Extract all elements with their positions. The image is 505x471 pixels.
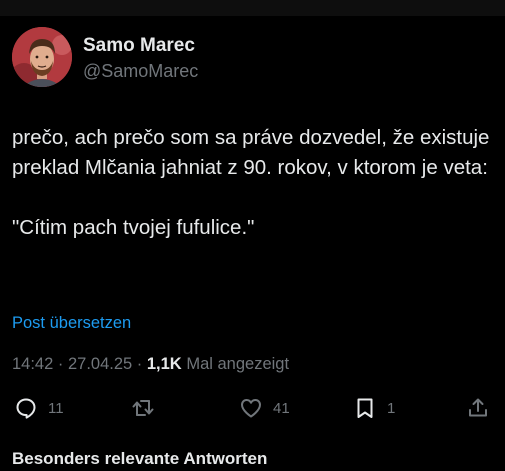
reply-count: 11 [48, 399, 64, 417]
author-handle[interactable]: @SamoMarec [83, 59, 198, 83]
tweet-text: prečo, ach prečo som sa práve dozvedel, … [12, 123, 494, 243]
translate-post-link[interactable]: Post übersetzen [12, 312, 131, 334]
tweet-time[interactable]: 14:42 [12, 355, 53, 373]
action-bar: 11 41 1 [0, 393, 505, 423]
share-button[interactable] [466, 393, 490, 423]
tweet-paragraph-2: "Cítim pach tvojej fufulice." [12, 216, 255, 239]
like-count: 41 [273, 399, 290, 417]
tweet-paragraph-1: prečo, ach prečo som sa práve dozvedel, … [12, 126, 490, 179]
heart-icon [241, 399, 261, 418]
meta-separator: · [132, 355, 147, 373]
tweet-date[interactable]: 27.04.25 [68, 355, 132, 373]
tweet-meta: 14:42 · 27.04.25 · 1,1K Mal angezeigt [12, 352, 289, 376]
views-count: 1,1K [146, 355, 182, 373]
meta-separator: · [53, 355, 68, 373]
views-label: Mal angezeigt [181, 355, 290, 373]
repost-icon [132, 400, 154, 416]
replies-section-header[interactable]: Besonders relevante Antworten [12, 447, 267, 471]
author-name[interactable]: Samo Marec [83, 34, 198, 58]
avatar-image [12, 27, 72, 87]
bookmark-count: 1 [387, 399, 396, 417]
bookmark-icon [357, 398, 373, 418]
bookmark-button[interactable]: 1 [353, 393, 395, 423]
like-button[interactable]: 41 [239, 393, 290, 423]
share-icon [469, 398, 487, 417]
avatar[interactable] [12, 27, 72, 87]
repost-button[interactable] [131, 393, 165, 423]
reply-button[interactable]: 11 [14, 393, 64, 423]
reply-icon [16, 398, 36, 419]
author-info: Samo Marec @SamoMarec [83, 34, 198, 83]
top-bar-strip [0, 0, 505, 16]
